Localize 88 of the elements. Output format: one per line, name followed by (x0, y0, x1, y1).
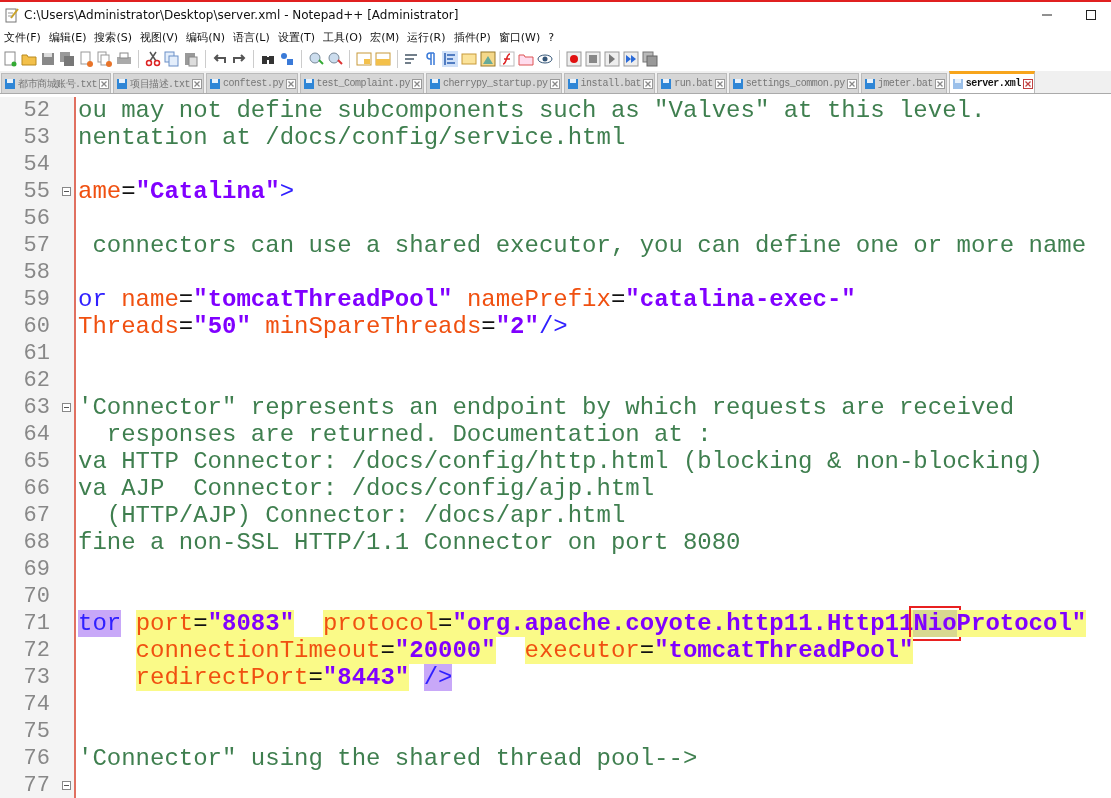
line-number: 55 (0, 178, 62, 205)
folder-icon[interactable] (21, 51, 37, 67)
line-number: 73 (0, 664, 62, 691)
line-number: 75 (0, 718, 62, 745)
close-icon[interactable] (643, 78, 654, 89)
code-line: connectors can use a shared executor, you can define one or more name (91, 232, 1087, 259)
line-number: 62 (0, 367, 62, 394)
code-line: ou may not define subcomponents such as "Valves" at this level. (77, 97, 986, 124)
close-icon[interactable] (1022, 78, 1033, 89)
line-number: 72 (0, 637, 62, 664)
close-icon[interactable] (549, 78, 560, 89)
line-number: 61 (0, 340, 62, 367)
line-number: 65 (0, 448, 62, 475)
menu-item[interactable]: 设置(T) (275, 30, 321, 45)
code-line: ame="Catalina"> (77, 178, 295, 205)
menu-item[interactable]: 窗口(W) (496, 30, 547, 45)
line-number: 69 (0, 556, 62, 583)
line-number: 52 (0, 97, 62, 124)
code-line: 'Connector" using the shared thread pool--> (77, 745, 698, 772)
code-line: responses are returned. Documentation at : (105, 421, 712, 448)
new-document-icon[interactable] (2, 51, 18, 67)
line-number: 59 (0, 286, 62, 313)
line-number: 71 (0, 610, 62, 637)
line-number: 54 (0, 151, 62, 178)
eye-icon[interactable] (537, 51, 553, 67)
close-icon[interactable] (714, 78, 725, 89)
menu-item[interactable]: 编码(N) (184, 30, 231, 45)
close-icon[interactable] (412, 78, 423, 89)
scissors-icon[interactable] (145, 51, 161, 67)
fold-icon[interactable] (62, 781, 71, 790)
line-number: 63 (0, 394, 62, 421)
maximize-button[interactable] (1085, 9, 1097, 21)
function-icon[interactable] (499, 51, 515, 67)
fold-icon[interactable] (62, 403, 71, 412)
line-number: 64 (0, 421, 62, 448)
close-icon[interactable] (285, 78, 296, 89)
line-number: 53 (0, 124, 62, 151)
code-line: or name="tomcatThreadPool" namePrefix="catalina-exec-" (77, 286, 856, 313)
code-line: (HTTP/AJP) Connector: /docs/apr.html (105, 502, 626, 529)
picture-frame-icon[interactable] (480, 51, 496, 67)
menu-item[interactable]: 插件(P) (451, 30, 497, 45)
line-number: 60 (0, 313, 62, 340)
menu-item[interactable]: 运行(R) (405, 30, 452, 45)
line-number: 74 (0, 691, 62, 718)
file-tab[interactable]: server.xml (948, 71, 1035, 93)
line-number: 66 (0, 475, 62, 502)
menu-item[interactable]: 工具(O) (321, 30, 369, 45)
close-icon[interactable] (192, 78, 203, 89)
menu-item[interactable]: 编辑(E) (46, 30, 93, 45)
line-number: 70 (0, 583, 62, 610)
menu-item[interactable]: 文件(F) (2, 30, 47, 45)
zoom-out-icon[interactable] (327, 51, 343, 67)
clipboard-icon[interactable] (183, 51, 199, 67)
code-line: va AJP Connector: /docs/config/ajp.html (77, 475, 655, 502)
record-icon[interactable] (566, 51, 582, 67)
code-line: nentation at /docs/config/service.html (77, 124, 626, 151)
menu-item[interactable]: 视图(V) (138, 30, 185, 45)
indent-guide-icon[interactable] (442, 51, 458, 67)
code-line: va HTTP Connector: /docs/config/http.html (blocking & non-blocking) (77, 448, 1043, 475)
close-icon[interactable] (99, 78, 109, 89)
play-icon[interactable] (604, 51, 620, 67)
menu-item[interactable]: 搜索(S) (92, 30, 139, 45)
floppy-disks-icon[interactable] (59, 51, 75, 67)
code-line: fine a non-SSL HTTP/1.1 Connector on port 8080 (77, 529, 741, 556)
line-number: 67 (0, 502, 62, 529)
window-title: C:\Users\Administrator\Desktop\server.xml - Notepad++ [Administrator] (24, 8, 460, 22)
zoom-in-icon[interactable] (308, 51, 324, 67)
menu-item[interactable]: ? (546, 31, 561, 44)
line-number: 76 (0, 745, 62, 772)
wrap-lines-icon[interactable] (404, 51, 420, 67)
stop-icon[interactable] (585, 51, 601, 67)
menu-item[interactable]: 语言(L) (230, 30, 276, 45)
code-line: 'Connector" represents an endpoint by which requests are received (77, 394, 1015, 421)
code-line: Threads="50" minSpareThreads="2"/> (77, 313, 568, 340)
line-number: 68 (0, 529, 62, 556)
code-line: redirectPort="8443" /> (134, 664, 453, 691)
close-icon[interactable] (934, 78, 945, 89)
menu-item[interactable]: 宏(M) (368, 30, 406, 45)
line-number: 56 (0, 205, 62, 232)
close-icon[interactable] (846, 78, 857, 89)
code-line: connectionTimeout="20000" executor="tomcatThreadPool" (134, 637, 914, 664)
line-number: 77 (0, 772, 62, 798)
line-number: 58 (0, 259, 62, 286)
fold-icon[interactable] (62, 187, 71, 196)
printer-icon[interactable] (116, 51, 132, 67)
notepad-icon (4, 7, 20, 23)
line-number: 57 (0, 232, 62, 259)
fast-forward-icon[interactable] (623, 51, 639, 67)
